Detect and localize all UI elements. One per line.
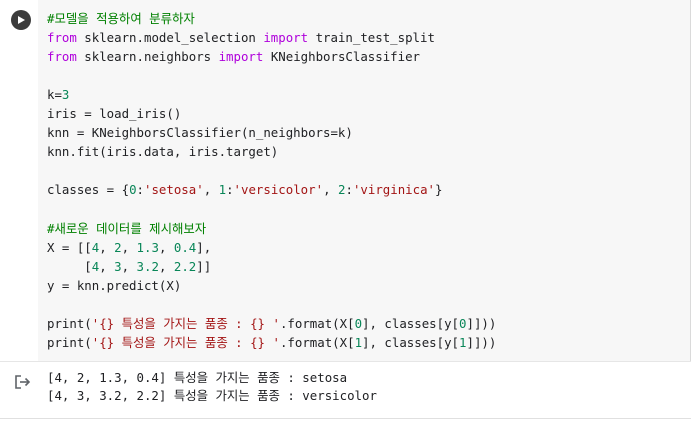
code-text-segment: , [323,182,338,198]
code-line-empty [47,295,496,314]
string-literal: 'setosa' [144,182,204,198]
code-text-segment: , [158,239,174,255]
code-line: knn.fit(iris.data, iris.target) [47,144,279,160]
code-line: print('{} 특성을 가지는 품종 : {} '.format(X[1],… [47,333,496,352]
play-icon [18,16,25,24]
number-literal: 3 [61,87,70,103]
string-literal: 'virginica' [352,182,435,198]
keyword-from: from [47,30,77,46]
keyword-import: import [263,30,309,46]
code-text-segment: X = [[ [47,239,92,255]
import-name: KNeighborsClassifier [263,49,421,65]
code-text-segment: , [158,258,174,274]
comment: #새로운 데이터를 제시해보자 [47,220,207,236]
code-line: y = knn.predict(X) [47,277,182,293]
code-line: iris = load_iris() [47,106,182,122]
number-literal: 0 [354,315,363,331]
number-literal: 2 [114,239,122,255]
code-line-empty [47,161,496,180]
keyword-import: import [218,49,264,65]
code-line: k=3 [47,85,496,104]
code-text[interactable]: #모델을 적용하여 분류하자 from sklearn.model_selecti… [47,9,496,352]
code-text-segment: : [226,182,234,198]
code-text-segment: , [121,258,137,274]
string-literal: 'versicolor' [233,182,324,198]
code-line: classes = {0:'setosa', 1:'versicolor', 2… [47,180,496,199]
output-line: [4, 3, 3.2, 2.2] 특성을 가지는 품종 : versicolor [47,388,377,403]
code-text-segment: : [136,182,144,198]
cell-divider [0,418,691,419]
code-line-empty [47,199,496,218]
code-text-segment: ], classes[y[ [362,334,460,350]
code-line: [4, 3, 3.2, 2.2]] [47,257,496,276]
cell-output: [4, 2, 1.3, 0.4] 특성을 가지는 품종 : setosa [4, … [0,361,691,424]
code-text-segment: ], classes[y[ [362,315,460,331]
import-name: train_test_split [308,30,435,46]
keyword-from: from [47,49,77,65]
module-name: sklearn.neighbors [76,49,219,65]
code-text-segment: , [99,239,115,255]
code-line: from sklearn.model_selection import trai… [47,28,496,47]
code-text-segment: [ [47,258,92,274]
code-text-segment: .format(X[ [279,334,355,350]
comment: #모델을 적용하여 분류하자 [47,11,195,26]
code-line: from sklearn.neighbors import KNeighbors… [47,47,496,66]
notebook-code-cell: #모델을 적용하여 분류하자 from sklearn.model_selecti… [0,0,691,424]
output-line: [4, 2, 1.3, 0.4] 특성을 가지는 품종 : setosa [47,370,348,385]
code-text-segment: print( [47,315,92,331]
code-line: X = [[4, 2, 1.3, 0.4], [47,238,496,257]
string-literal: '{} 특성을 가지는 품종 : {} ' [91,334,280,350]
code-text-segment: , [121,239,137,255]
number-literal: 0 [129,182,137,198]
code-text-segment: , [99,258,115,274]
code-line: #모델을 적용하여 분류하자 [47,9,496,28]
code-line-empty [47,66,496,85]
code-text-segment: } [435,182,443,198]
code-text-segment: , [203,182,219,198]
number-literal: 1.3 [136,239,159,255]
code-editor[interactable]: #모델을 적용하여 분류하자 from sklearn.model_selecti… [38,0,691,361]
code-text-segment: ]])) [466,334,497,350]
code-text-segment: : [345,182,353,198]
run-cell-button[interactable] [11,10,31,30]
code-line: print('{} 특성을 가지는 품종 : {} '.format(X[0],… [47,314,496,333]
code-text-segment: classes = { [47,182,130,198]
code-text-segment: ]])) [466,315,497,331]
code-text-segment: print( [47,334,92,350]
code-text-segment: .format(X[ [279,315,355,331]
code-line: #새로운 데이터를 제시해보자 [47,219,496,238]
number-literal: 2.2 [173,258,197,274]
string-literal: '{} 특성을 가지는 품종 : {} ' [91,315,280,331]
code-text-segment: ], [196,239,212,255]
output-text: [4, 2, 1.3, 0.4] 특성을 가지는 품종 : setosa [4, … [47,369,377,405]
number-literal: 0.4 [173,239,197,255]
number-literal: 3 [114,258,122,274]
number-literal: 3.2 [136,258,159,274]
code-text-segment: ]] [196,258,212,274]
code-line: knn = KNeighborsClassifier(n_neighbors=k… [47,125,353,141]
code-text-segment: k= [47,87,62,103]
number-literal: 1 [354,334,363,350]
module-name: sklearn.model_selection [76,30,264,46]
output-redirect-icon[interactable] [14,374,32,390]
number-literal: 1 [218,182,227,198]
